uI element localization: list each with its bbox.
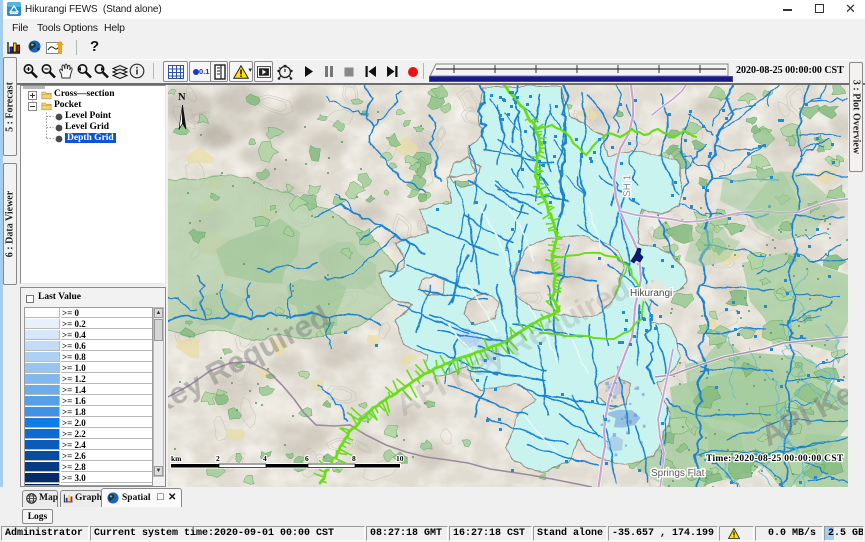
svg-text:Hikurangi: Hikurangi [630, 288, 672, 299]
svg-text:SH 1: SH 1 [622, 174, 633, 197]
svg-text:km: km [171, 454, 182, 463]
svg-text:6: 6 [305, 454, 309, 463]
svg-text:N: N [178, 92, 186, 103]
svg-text:2: 2 [216, 454, 220, 463]
svg-text:Time: 2020-08-25 00:00:00 CST: Time: 2020-08-25 00:00:00 CST [706, 454, 844, 464]
svg-text:4: 4 [263, 454, 267, 463]
svg-text:8: 8 [352, 454, 356, 463]
svg-text:10: 10 [396, 454, 404, 463]
svg-text:Springs Flat: Springs Flat [651, 468, 705, 479]
